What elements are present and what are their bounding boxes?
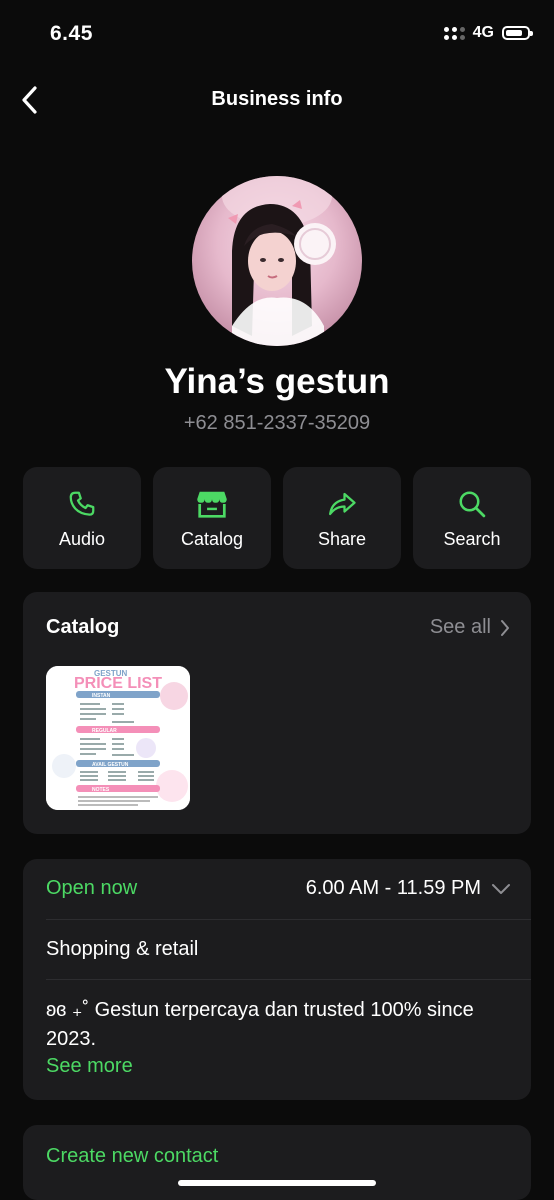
avatar-image: [222, 176, 336, 346]
status-indicators: 4G: [443, 24, 533, 42]
network-type: 4G: [472, 24, 494, 41]
chevron-right-icon: [501, 619, 509, 636]
see-all-link[interactable]: See all: [430, 616, 511, 639]
phone-icon: [69, 491, 95, 516]
top-nav: Business info: [0, 72, 554, 128]
divider: [46, 919, 531, 920]
audio-label: Audio: [58, 529, 106, 549]
thumbnail-section-2: REGULAR: [92, 728, 117, 734]
create-new-contact-button[interactable]: Create new contact: [46, 1145, 218, 1168]
thumbnail-section-4: NOTES: [92, 787, 110, 793]
business-info-section: Open now 6.00 AM - 11.59 PM Shopping & r…: [23, 859, 531, 1100]
open-status: Open now: [46, 877, 138, 899]
chevron-down-icon: [492, 883, 510, 894]
thumbnail-heading: PRICE LIST: [74, 675, 162, 692]
business-category: Shopping & retail: [46, 938, 199, 960]
hours-text: 6.00 AM - 11.59 PM: [305, 877, 481, 899]
home-indicator[interactable]: [178, 1180, 376, 1186]
see-more-link[interactable]: See more: [46, 1055, 531, 1078]
page-title: Business info: [211, 88, 343, 110]
signal-icon: [443, 26, 465, 40]
business-hours: 6.00 AM - 11.59 PM: [306, 877, 511, 900]
share-label: Share: [317, 529, 367, 549]
battery-icon: [502, 26, 533, 40]
thumbnail-section-3: AVAIL GESTUN: [92, 762, 129, 768]
catalog-button[interactable]: Catalog: [153, 467, 271, 569]
catalog-item-thumbnail[interactable]: GESTUN PRICE LIST INSTAN REGULAR AVAIL G…: [46, 666, 190, 810]
status-time: 6.45: [50, 22, 93, 45]
action-row: Audio Catalog Share Search: [23, 467, 531, 569]
avatar[interactable]: [192, 176, 362, 346]
business-name: Yina’s gestun: [164, 362, 390, 401]
audio-call-button[interactable]: Audio: [23, 467, 141, 569]
catalog-title: Catalog: [46, 616, 120, 638]
see-all-label: See all: [429, 616, 491, 638]
catalog-section: Catalog See all GESTUN PRICE LIST INSTAN…: [23, 592, 531, 834]
store-icon: [197, 491, 227, 518]
share-button[interactable]: Share: [283, 467, 401, 569]
business-description: ʚɞ ₊˚ Gestun terpercaya dan trusted 100%…: [46, 999, 474, 1050]
phone-number[interactable]: +62 851-2337-35209: [0, 412, 554, 435]
catalog-label: Catalog: [180, 529, 244, 549]
status-bar: 6.45 4G: [0, 0, 554, 70]
share-icon: [329, 492, 356, 516]
search-icon: [459, 491, 486, 518]
thumbnail-section-1: INSTAN: [92, 693, 111, 699]
divider: [46, 979, 531, 980]
search-button[interactable]: Search: [413, 467, 531, 569]
search-label: Search: [443, 529, 501, 549]
contact-section: Create new contact: [23, 1125, 531, 1200]
hours-row[interactable]: Open now 6.00 AM - 11.59 PM: [46, 877, 531, 907]
